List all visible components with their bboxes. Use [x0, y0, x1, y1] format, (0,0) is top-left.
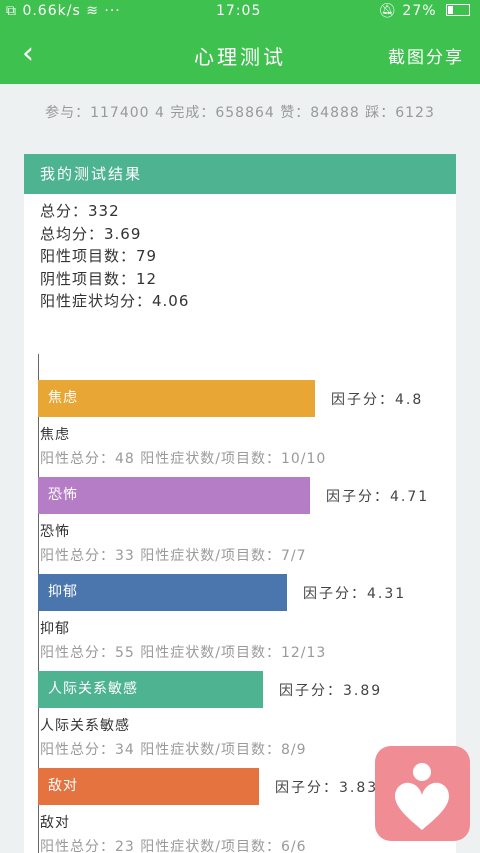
factor-detail: 阳性总分：33 阳性症状数/项目数：7/7 — [40, 548, 307, 564]
factor-score-label: 因子分：3.83 — [275, 780, 379, 796]
screenshot-share-button[interactable]: 截图分享 — [388, 43, 464, 68]
sim-icon: ⧉ — [6, 3, 17, 19]
wifi-icon: ≋ — [86, 3, 99, 19]
stats-line: 参与：117400 4 完成：658864 赞：84888 踩：6123 — [45, 105, 435, 121]
mute-icon: 🔕︎ — [378, 3, 397, 19]
battery-icon — [446, 4, 470, 16]
summary-negative-count: 阴性项目数：12 — [40, 269, 158, 288]
card-header: 我的测试结果 — [24, 154, 456, 194]
battery-percent: 27% — [402, 3, 437, 19]
factor-name: 人际关系敏感 — [40, 718, 130, 734]
factor-score-label: 因子分：4.8 — [331, 392, 424, 408]
factor-name: 焦虑 — [40, 427, 70, 443]
summary-average: 总均分：3.69 — [40, 224, 142, 243]
clock: 17:05 — [216, 3, 262, 19]
factor-name: 恐怖 — [40, 524, 70, 540]
factor-detail: 阳性总分：23 阳性症状数/项目数：6/6 — [40, 839, 307, 853]
summary-total: 总分：332 — [40, 202, 120, 220]
factor-bar: 抑郁 — [38, 574, 287, 611]
summary-positive-average: 阳性症状均分：4.06 — [40, 292, 190, 310]
status-bar: ⧉ 0.66k/s ≋ ··· 17:05 🔕︎ 27% — [0, 0, 480, 24]
more-dots: ··· — [104, 3, 121, 19]
factor-score-label: 因子分：4.31 — [303, 586, 407, 602]
factor-bar: 恐怖 — [38, 477, 310, 514]
status-right: 🔕︎ 27% — [378, 3, 470, 19]
factor-detail: 阳性总分：34 阳性症状数/项目数：8/9 — [40, 742, 307, 758]
factor-bar: 焦虑 — [38, 380, 315, 417]
summary-positive-count: 阳性项目数：79 — [40, 247, 158, 265]
app-logo-button[interactable] — [375, 746, 470, 841]
app-bar: ‹ 心理测试 截图分享 — [0, 24, 480, 84]
factor-name: 抑郁 — [40, 621, 70, 637]
summary-block: 总分：332 总均分：3.69 阳性项目数：79 阴性项目数：12 阳性症状均分… — [24, 194, 456, 313]
heart-person-icon — [395, 763, 449, 830]
factor-bar: 敌对 — [38, 768, 259, 805]
factor-bar: 人际关系敏感 — [38, 671, 263, 708]
factor-detail: 阳性总分：55 阳性症状数/项目数：12/13 — [40, 645, 327, 661]
factor-score-label: 因子分：4.71 — [326, 489, 430, 505]
factor-detail: 阳性总分：48 阳性症状数/项目数：10/10 — [40, 451, 327, 467]
status-left: ⧉ 0.66k/s ≋ ··· — [6, 3, 121, 19]
network-speed: 0.66k/s — [22, 3, 81, 19]
factor-score-label: 因子分：3.89 — [279, 683, 383, 699]
factor-name: 敌对 — [40, 815, 70, 831]
